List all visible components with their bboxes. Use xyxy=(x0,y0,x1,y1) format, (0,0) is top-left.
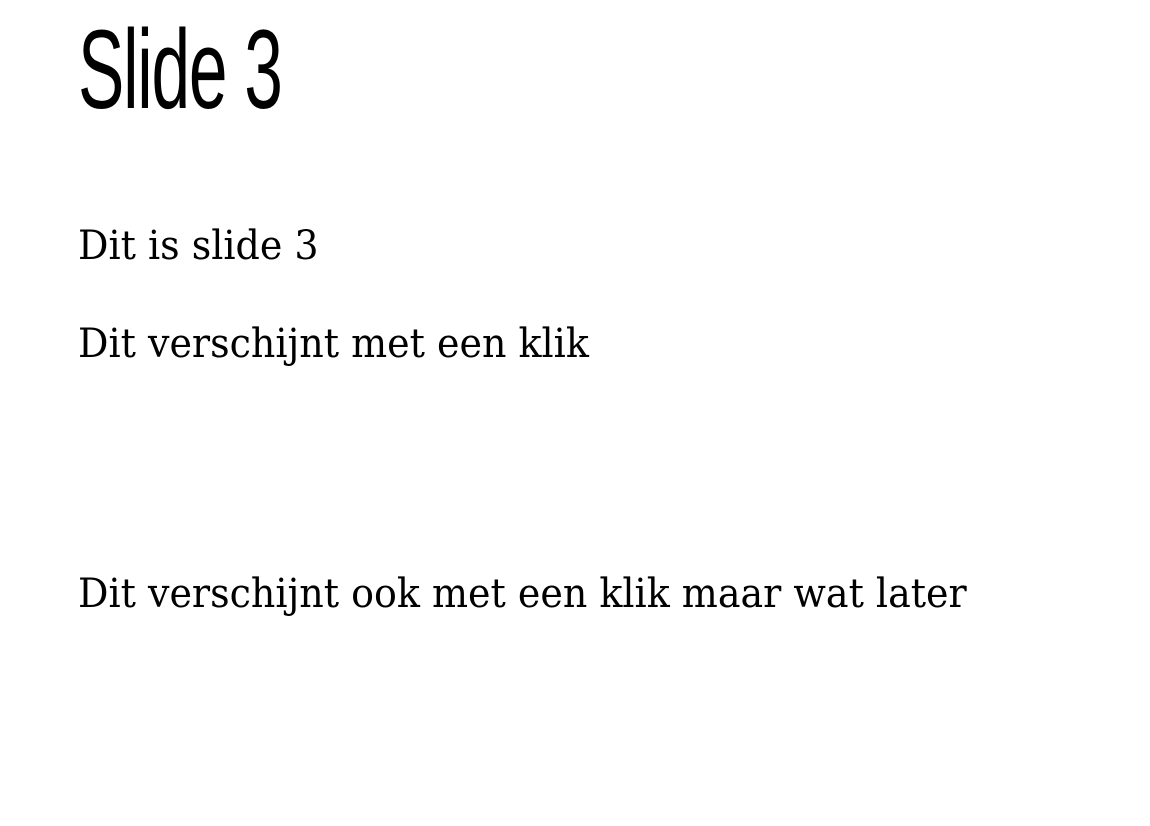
slide-paragraph-intro: Dit is slide 3 xyxy=(78,223,319,269)
slide-title: Slide 3 xyxy=(78,7,283,132)
slide-paragraph-first-reveal: Dit verschijnt met een klik xyxy=(78,321,589,367)
slide: Slide 3 Dit is slide 3 Dit verschijnt me… xyxy=(0,0,1150,826)
slide-paragraph-second-reveal: Dit verschijnt ook met een klik maar wat… xyxy=(78,571,967,617)
